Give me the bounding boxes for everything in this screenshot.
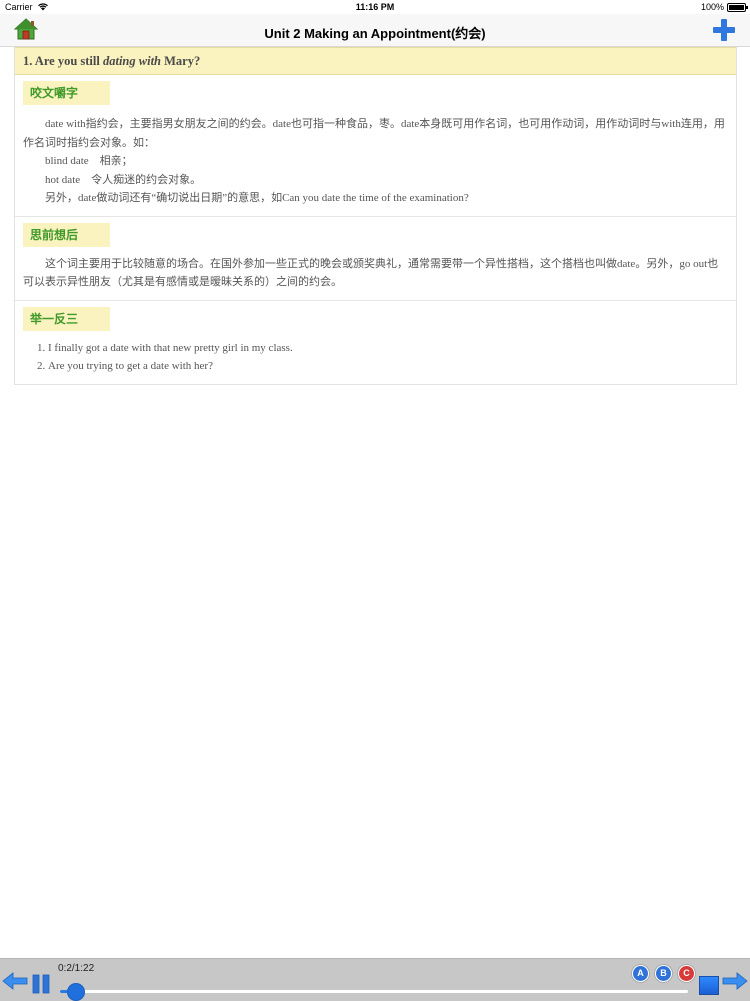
section-examples: 举一反三 I finally got a date with that new …: [15, 301, 736, 384]
pause-icon[interactable]: [32, 974, 50, 994]
navigation-bar: Unit 2 Making an Appointment(约会): [0, 14, 750, 47]
audio-player-bar: 0:2/1:22 ABC: [0, 958, 750, 1001]
example-line: blind date 相亲；: [45, 155, 133, 167]
playback-time: 0:2/1:22: [58, 963, 95, 974]
lesson-content: 1. Are you still dating with Mary? 咬文嚼字 …: [14, 47, 737, 385]
b-button[interactable]: B: [655, 965, 672, 982]
paragraph: date with指约会，主要指男女朋友之间的约会。date也可指一种食品，枣。…: [23, 118, 725, 149]
list-item: Are you trying to get a date with her?: [48, 357, 728, 376]
back-arrow-icon[interactable]: [2, 971, 28, 991]
section-tag: 咬文嚼字: [23, 81, 110, 105]
section-reflection: 思前想后 这个词主要用于比较随意的场合。在国外参加一些正式的晚会或颁奖典礼，通常…: [15, 217, 736, 301]
progress-slider[interactable]: [60, 983, 688, 1001]
section-tag: 举一反三: [23, 306, 110, 331]
forward-arrow-icon[interactable]: [722, 971, 748, 991]
example-list: I finally got a date with that new prett…: [23, 339, 728, 376]
section-word-analysis: 咬文嚼字 date with指约会，主要指男女朋友之间的约会。date也可指一种…: [15, 75, 736, 217]
heading-suffix: Mary?: [161, 54, 201, 68]
battery-percent: 100%: [700, 2, 724, 12]
example-line: hot date 令人痴迷的约会对象。: [45, 173, 202, 186]
paragraph: 这个词主要用于比较随意的场合。在国外参加一些正式的晚会或颁奖典礼，通常需要带一个…: [23, 257, 719, 289]
paragraph: 另外，date做动词还有“确切说出日期”的意思，如Can you date th…: [45, 192, 469, 204]
clock: 11:16 PM: [355, 2, 395, 12]
section-tag: 思前想后: [23, 222, 110, 247]
status-bar: Carrier 11:16 PM 100%: [0, 0, 750, 14]
page-title: Unit 2 Making an Appointment(约会): [264, 26, 486, 41]
stop-button[interactable]: [699, 976, 719, 995]
list-item: I finally got a date with that new prett…: [48, 339, 728, 358]
heading-prefix: 1. Are you still: [23, 54, 103, 68]
battery-icon: [727, 3, 748, 12]
a-button[interactable]: A: [632, 965, 649, 982]
c-button[interactable]: C: [678, 965, 695, 982]
ab-repeat-controls: ABC: [632, 963, 701, 982]
heading-emphasis: dating with: [102, 54, 161, 68]
slider-thumb[interactable]: [66, 983, 85, 1001]
plus-icon[interactable]: [712, 18, 736, 42]
lesson-heading: 1. Are you still dating with Mary?: [15, 47, 736, 75]
